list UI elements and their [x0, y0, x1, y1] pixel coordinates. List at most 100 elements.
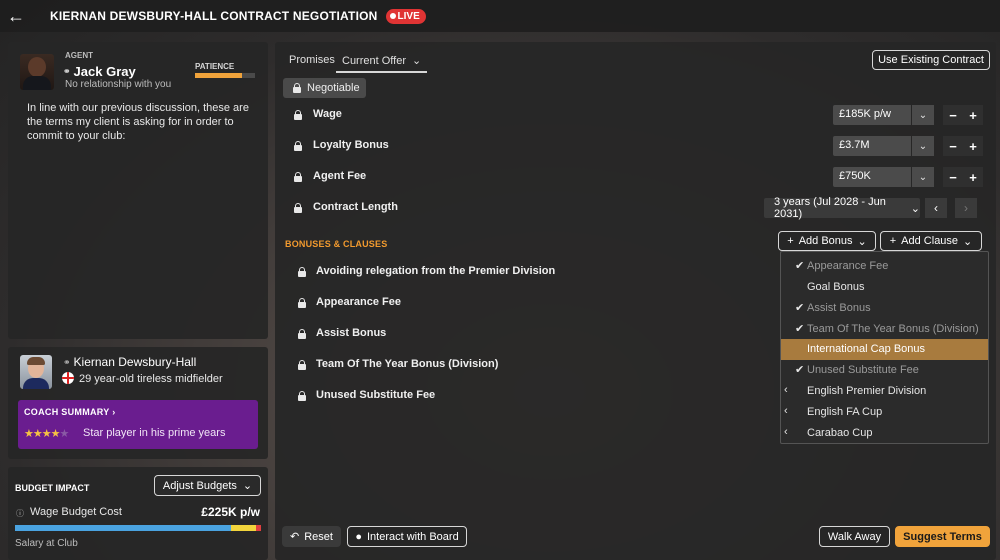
increase-button[interactable]: + — [963, 167, 983, 187]
lock-icon[interactable] — [294, 110, 302, 120]
menu-item-premier-division[interactable]: ‹ English Premier Division — [781, 381, 988, 402]
player-panel: ⚭ Kiernan Dewsbury-Hall 29 year-old tire… — [8, 347, 268, 459]
player-name[interactable]: ⚭ Kiernan Dewsbury-Hall — [63, 355, 196, 369]
chat-bubble-icon: ● — [355, 530, 362, 543]
bonus-row[interactable]: Unused Substitute Fee — [275, 387, 775, 405]
chevron-down-icon: ⌄ — [963, 235, 973, 248]
lock-icon[interactable] — [294, 172, 302, 182]
lock-icon — [298, 298, 306, 308]
chevron-down-icon: ⌄ — [412, 55, 422, 67]
chevron-left-icon: ‹ — [784, 405, 788, 417]
menu-item-assist-bonus[interactable]: ✔ Assist Bonus — [781, 298, 988, 319]
wage-budget-value: £225K p/w — [201, 505, 260, 519]
live-badge: LIVE — [385, 8, 426, 24]
wage-value-field[interactable]: £185K p/w — [833, 105, 911, 125]
increase-button[interactable]: + — [963, 105, 983, 125]
coach-summary[interactable]: COACH SUMMARY › ★★★★★ Star player in his… — [18, 400, 258, 449]
loyalty-value-field[interactable]: £3.7M — [833, 136, 911, 156]
tab-promises[interactable]: Promises — [289, 54, 335, 66]
budget-bar — [15, 525, 261, 531]
star-icon: ★ — [41, 428, 52, 440]
menu-item-carabao-cup[interactable]: ‹ Carabao Cup — [781, 423, 988, 444]
live-dot-icon — [389, 13, 396, 19]
top-bar: ← KIERNAN DEWSBURY-HALL CONTRACT NEGOTIA… — [0, 0, 1000, 32]
menu-item-appearance-fee[interactable]: ✔ Appearance Fee — [781, 256, 988, 277]
negotiable-toggle[interactable]: Negotiable — [283, 78, 366, 98]
bonus-row[interactable]: Appearance Fee — [275, 294, 775, 312]
chevron-down-icon: ⌄ — [910, 202, 920, 215]
chevron-down-icon[interactable]: ⌄ — [912, 167, 934, 187]
bonus-row[interactable]: Avoiding relegation from the Premier Div… — [275, 263, 775, 281]
agent-relationship: No relationship with you — [65, 79, 172, 90]
agent-fee-value-field[interactable]: £750K — [833, 167, 911, 187]
wage-budget-label: Wage Budget Cost — [30, 506, 122, 518]
budget-title: BUDGET IMPACT — [15, 483, 90, 493]
star-empty-icon: ★ — [59, 428, 70, 440]
add-bonus-button[interactable]: + Add Bonus ⌄ — [778, 231, 876, 251]
chevron-down-icon[interactable]: ⌄ — [912, 105, 934, 125]
menu-item-team-of-the-year[interactable]: ✔ Team Of The Year Bonus (Division) — [781, 319, 988, 340]
chevron-down-icon[interactable]: ⌄ — [912, 136, 934, 156]
coach-summary-title: COACH SUMMARY › — [24, 407, 116, 417]
lock-icon — [298, 360, 306, 370]
term-label: Agent Fee — [313, 170, 367, 182]
coach-summary-text: Star player in his prime years — [83, 427, 226, 439]
info-icon[interactable]: ⓘ — [16, 508, 24, 519]
star-rating: ★★★★★ — [24, 427, 70, 440]
lock-icon — [298, 267, 306, 277]
headset-icon: ⚭ — [63, 356, 71, 367]
player-avatar — [20, 355, 52, 389]
agent-section-label: AGENT — [65, 51, 93, 60]
term-row-agent-fee: Agent Fee £750K ⌄ − + — [275, 167, 996, 187]
contract-length-select[interactable]: 3 years (Jul 2028 - Jun 2031) ⌄ — [764, 196, 920, 220]
decrease-button[interactable]: − — [943, 136, 963, 156]
increase-button[interactable]: + — [963, 136, 983, 156]
term-row-contract-length: Contract Length 3 years (Jul 2028 - Jun … — [275, 196, 996, 220]
menu-item-unused-substitute[interactable]: ✔ Unused Substitute Fee — [781, 360, 988, 381]
back-arrow-icon[interactable]: ← — [0, 0, 32, 32]
menu-item-fa-cup[interactable]: ‹ English FA Cup — [781, 402, 988, 423]
patience-fill — [195, 73, 242, 78]
chevron-left-icon: ‹ — [784, 426, 788, 438]
bonus-row[interactable]: Assist Bonus — [275, 325, 775, 343]
agent-panel: AGENT ⚭ Jack Gray No relationship with y… — [8, 42, 268, 339]
plus-icon: + — [787, 235, 794, 247]
check-icon: ✔ — [795, 260, 805, 272]
menu-item-international-cap[interactable]: International Cap Bonus — [781, 339, 988, 360]
lock-icon[interactable] — [294, 141, 302, 151]
term-label: Wage — [313, 108, 342, 120]
star-icon: ★ — [32, 428, 43, 440]
term-row-loyalty: Loyalty Bonus £3.7M ⌄ − + — [275, 136, 996, 156]
tab-current-offer[interactable]: Current Offer ⌄ — [336, 50, 428, 73]
lock-icon — [298, 391, 306, 401]
agent-name[interactable]: ⚭ Jack Gray — [63, 64, 136, 79]
chevron-left-icon[interactable]: ‹ — [925, 198, 947, 218]
check-icon: ✔ — [795, 364, 805, 376]
star-icon: ★ — [24, 428, 34, 440]
player-description: 29 year-old tireless midfielder — [79, 373, 223, 385]
add-clause-button[interactable]: + Add Clause ⌄ — [880, 231, 982, 251]
check-icon: ✔ — [795, 323, 805, 335]
bonus-row[interactable]: Team Of The Year Bonus (Division) — [275, 356, 775, 374]
lock-icon — [293, 83, 301, 93]
salary-label: Salary at Club — [15, 538, 78, 549]
suggest-terms-button[interactable]: Suggest Terms — [895, 526, 990, 547]
agent-message: In line with our previous discussion, th… — [27, 102, 249, 142]
reset-button[interactable]: ↶ Reset — [282, 526, 341, 547]
chevron-right-icon[interactable]: › — [955, 198, 977, 218]
patience-bar — [195, 73, 255, 78]
agent-name-text: Jack Gray — [73, 64, 136, 79]
headset-icon: ⚭ — [63, 66, 71, 76]
walk-away-button[interactable]: Walk Away — [819, 526, 890, 547]
adjust-budgets-button[interactable]: Adjust Budgets ⌄ — [154, 475, 261, 496]
chevron-left-icon: ‹ — [784, 384, 788, 396]
use-existing-contract-button[interactable]: Use Existing Contract — [872, 50, 990, 70]
interact-with-board-button[interactable]: ● Interact with Board — [347, 526, 467, 547]
budget-bar-over — [256, 525, 261, 531]
decrease-button[interactable]: − — [943, 105, 963, 125]
menu-item-goal-bonus[interactable]: Goal Bonus — [781, 277, 988, 298]
decrease-button[interactable]: − — [943, 167, 963, 187]
player-name-text: Kiernan Dewsbury-Hall — [73, 355, 197, 369]
plus-icon: + — [889, 235, 897, 247]
lock-icon[interactable] — [294, 203, 302, 213]
